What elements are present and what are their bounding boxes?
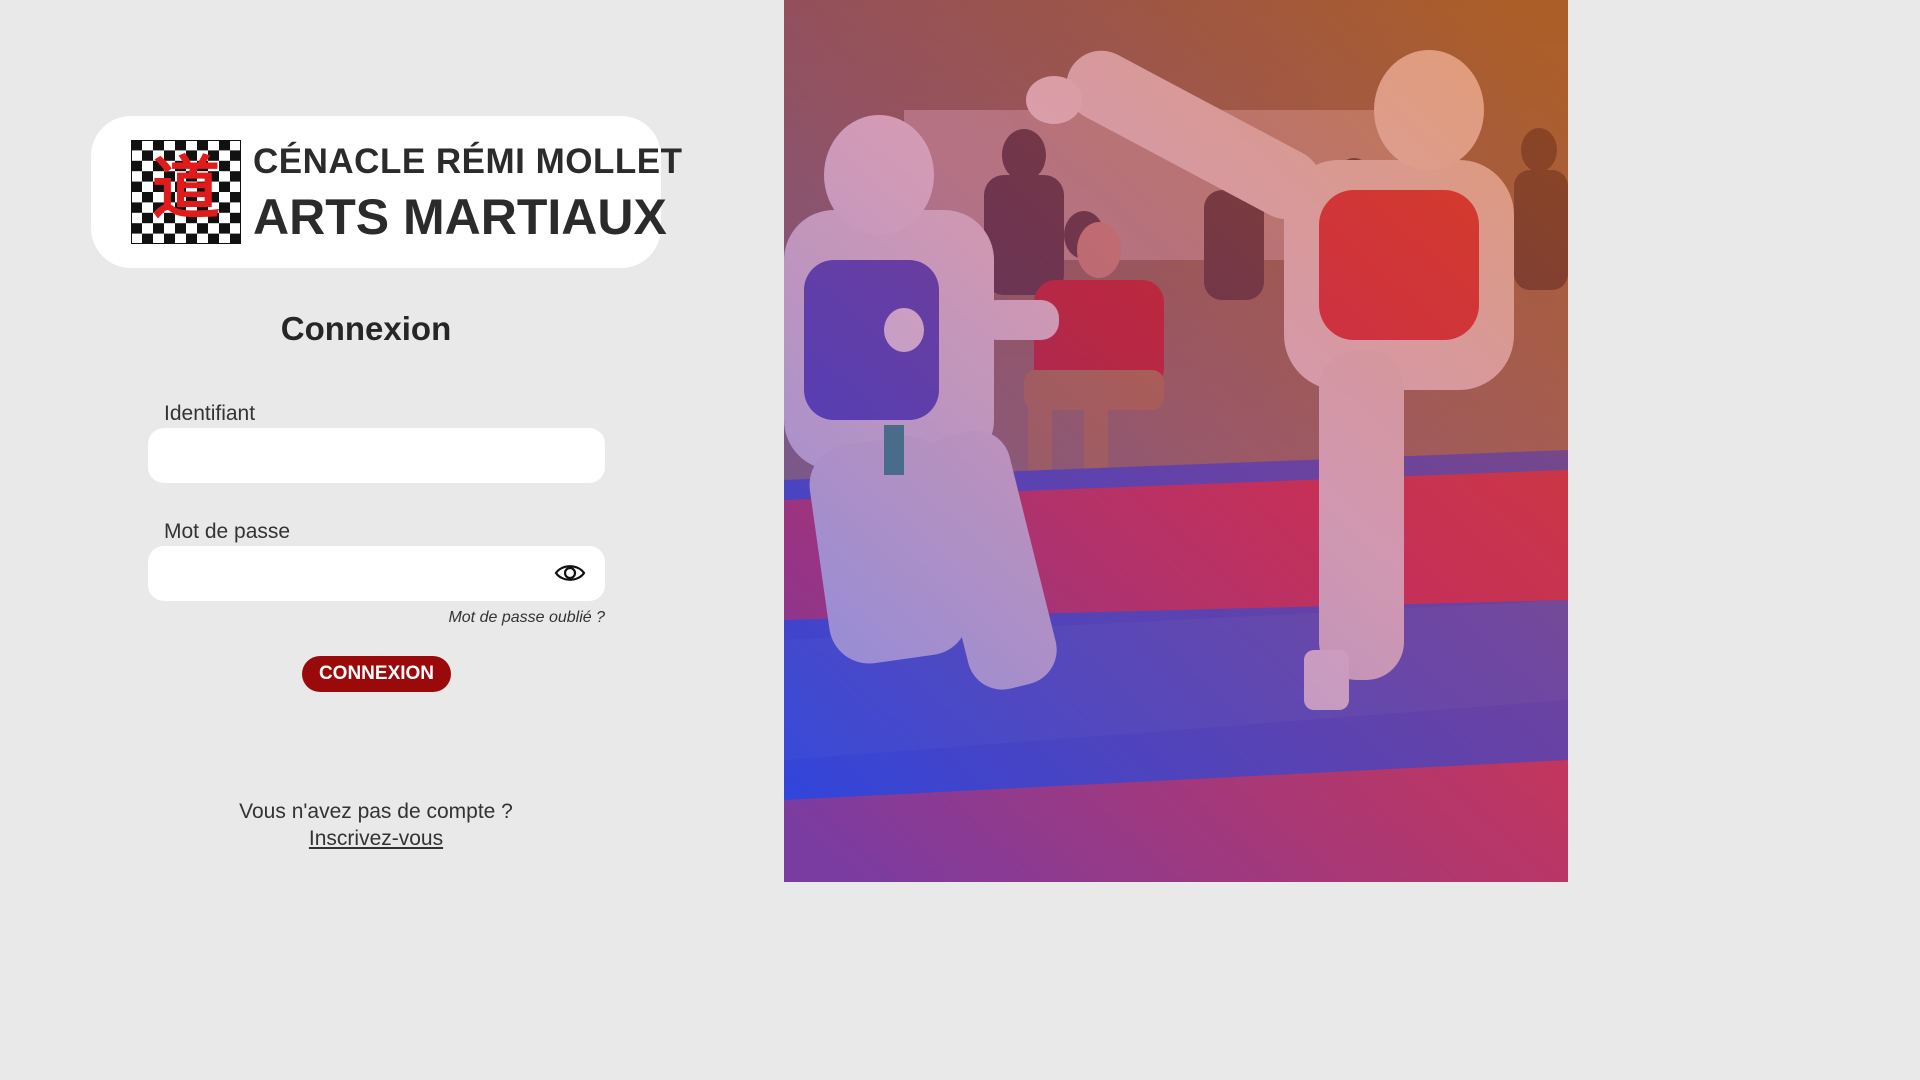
checkered-dojo-logo: 道 [131, 140, 241, 244]
login-button[interactable]: CONNEXION [302, 656, 451, 692]
password-label: Mot de passe [164, 520, 291, 543]
eye-icon[interactable] [552, 558, 588, 588]
username-label: Identifiant [164, 402, 256, 425]
signup-link[interactable]: Inscrivez-vous [309, 827, 443, 850]
brand-header: 道 CÉNACLE RÉMI MOLLET ARTS MARTIAUX [91, 116, 682, 268]
page-title: Connexion [280, 310, 452, 347]
forgot-password-link[interactable]: Mot de passe oublié ? [448, 609, 605, 626]
logo-glyph: 道 [152, 150, 220, 229]
no-account-text: Vous n'avez pas de compte ? [239, 800, 513, 823]
brand-name-line1: CÉNACLE RÉMI MOLLET [253, 142, 683, 181]
username-field[interactable] [148, 428, 605, 483]
hero-photo [784, 0, 1568, 882]
password-field[interactable] [148, 546, 605, 601]
brand-name-line2: ARTS MARTIAUX [253, 189, 667, 245]
login-panel: 道 CÉNACLE RÉMI MOLLET ARTS MARTIAUX Conn… [0, 0, 784, 882]
